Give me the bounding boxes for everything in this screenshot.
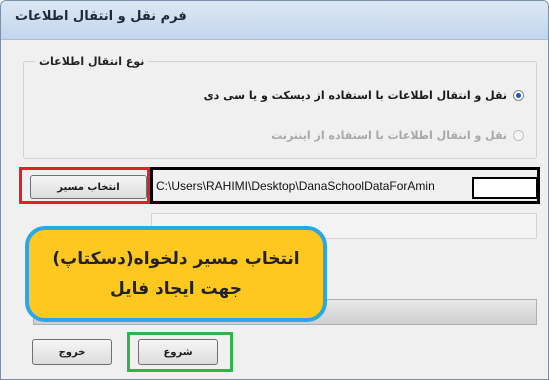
radio-option-label: نقل و انتقال اطلاعات با استفاده از دیسکت… — [203, 89, 507, 102]
radio-button-icon[interactable] — [513, 90, 524, 101]
transfer-type-group — [23, 61, 537, 159]
radio-option-internet: نقل و انتقال اطلاعات با استفاده از اینتر… — [271, 129, 524, 142]
callout-line-1: انتخاب مسیر دلخواه(دسکتاپ) — [52, 249, 300, 269]
callout-line-2: جهت ایجاد فایل — [110, 279, 242, 299]
title-bar: فرم نقل و انتقال اطلاعات — [1, 1, 548, 40]
radio-button-icon — [513, 130, 524, 141]
instruction-callout: انتخاب مسیر دلخواه(دسکتاپ) جهت ایجاد فای… — [25, 226, 327, 322]
radio-option-label: نقل و انتقال اطلاعات با استفاده از اینتر… — [271, 129, 507, 142]
radio-option-disk-cd[interactable]: نقل و انتقال اطلاعات با استفاده از دیسکت… — [204, 89, 524, 102]
exit-button[interactable]: خروج — [32, 339, 112, 365]
window-title: فرم نقل و انتقال اطلاعات — [15, 9, 187, 24]
transfer-type-legend: نوع انتقال اطلاعات — [35, 55, 149, 68]
path-highlight-box — [150, 167, 540, 204]
start-highlight-box — [127, 332, 233, 372]
browse-highlight-box — [19, 167, 150, 204]
